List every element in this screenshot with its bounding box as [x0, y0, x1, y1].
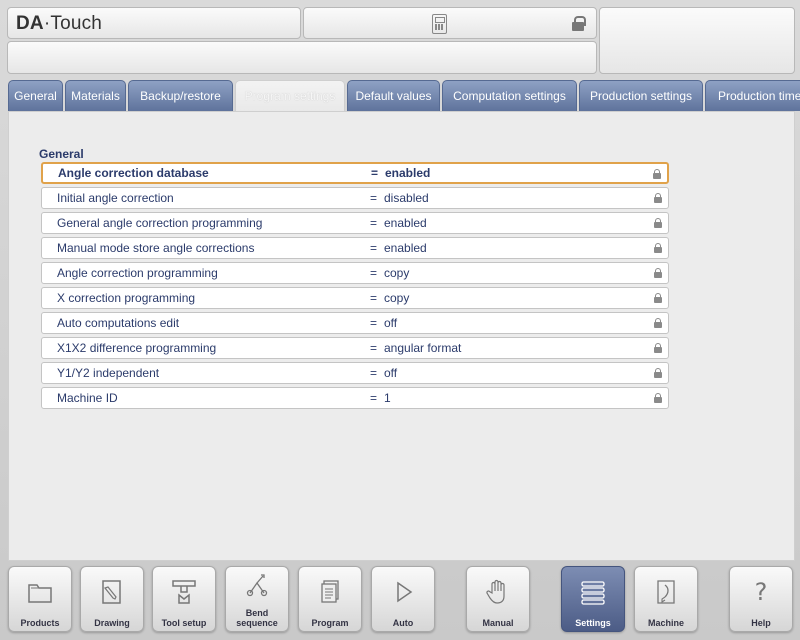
document-stack-icon: [315, 577, 345, 607]
tab-program-settings[interactable]: Program settings: [235, 80, 345, 111]
setting-row-x1x2-difference-programming[interactable]: X1X2 difference programming = angular fo…: [41, 337, 669, 359]
status-bar-center: [303, 7, 597, 39]
setting-row-general-angle-correction-programming[interactable]: General angle correction programming = e…: [41, 212, 669, 234]
logo-area: DA·Touch: [7, 7, 301, 39]
nav-tool-setup-button[interactable]: Tool setup: [152, 566, 216, 632]
nav-manual-button[interactable]: Manual: [466, 566, 530, 632]
nav-label: Drawing: [94, 618, 130, 628]
pencil-icon: [97, 577, 127, 607]
setting-label: Initial angle correction: [57, 191, 174, 205]
nav-label: Auto: [392, 618, 414, 628]
tab-default-values[interactable]: Default values: [347, 80, 440, 111]
program-settings-panel: General Angle correction database = enab…: [8, 111, 795, 561]
nav-label: Settings: [575, 618, 611, 628]
setting-equals: =: [370, 291, 378, 305]
machine-icon: [651, 577, 681, 607]
setting-equals: =: [370, 366, 378, 380]
tab-materials[interactable]: Materials: [65, 80, 126, 111]
press-tool-icon: [169, 577, 199, 607]
setting-equals: =: [371, 166, 379, 180]
nav-bend-sequence-button[interactable]: Bend sequence: [225, 566, 289, 632]
nav-label: Program: [311, 618, 349, 628]
setting-label: Y1/Y2 independent: [57, 366, 160, 380]
setting-label: Angle correction programming: [57, 266, 218, 280]
setting-row-auto-computations-edit[interactable]: Auto computations edit = off: [41, 312, 669, 334]
setting-row-angle-correction-database[interactable]: Angle correction database = enabled: [41, 162, 669, 184]
nav-auto-button[interactable]: Auto: [371, 566, 435, 632]
settings-list: Angle correction database = enabled Init…: [41, 162, 669, 412]
setting-row-initial-angle-correction[interactable]: Initial angle correction = disabled: [41, 187, 669, 209]
setting-label: Auto computations edit: [57, 316, 180, 330]
nav-label: Products: [20, 618, 60, 628]
setting-label: Machine ID: [57, 391, 118, 405]
setting-value[interactable]: 1: [384, 388, 391, 408]
info-panel-right: [599, 7, 795, 74]
setting-equals: =: [370, 216, 378, 230]
message-bar: [7, 41, 597, 74]
section-title: General: [39, 147, 84, 161]
lock-icon: [654, 293, 662, 303]
tab-production-settings[interactable]: Production settings: [579, 80, 703, 111]
lock-icon: [654, 243, 662, 253]
setting-value[interactable]: disabled: [384, 188, 429, 208]
setting-label: Angle correction database: [58, 166, 209, 180]
folder-icon: [25, 577, 55, 607]
setting-value[interactable]: enabled: [384, 238, 427, 258]
setting-label: General angle correction programming: [57, 216, 263, 230]
setting-value[interactable]: angular format: [384, 338, 461, 358]
tab-general[interactable]: General: [8, 80, 63, 111]
nav-label: Bend sequence: [236, 608, 278, 628]
app-logo: DA·Touch: [16, 13, 103, 34]
lock-icon: [654, 268, 662, 278]
lock-icon: [654, 218, 662, 228]
nav-products-button[interactable]: Products: [8, 566, 72, 632]
nav-program-button[interactable]: Program: [298, 566, 362, 632]
tab-computation-settings[interactable]: Computation settings: [442, 80, 577, 111]
nav-drawing-button[interactable]: Drawing: [80, 566, 144, 632]
nav-label: Manual: [482, 618, 514, 628]
setting-value[interactable]: off: [384, 363, 397, 383]
lock-icon: [653, 169, 661, 179]
nav-settings-button[interactable]: Settings: [561, 566, 625, 632]
settings-tabs: General Materials Backup/restore Program…: [8, 80, 800, 111]
nav-label: Tool setup: [161, 618, 207, 628]
tab-backup-restore[interactable]: Backup/restore: [128, 80, 233, 111]
settings-list-icon: [578, 577, 608, 607]
setting-value[interactable]: copy: [384, 288, 409, 308]
setting-value[interactable]: copy: [384, 263, 409, 283]
setting-value[interactable]: enabled: [384, 213, 427, 233]
play-icon: [388, 577, 418, 607]
setting-label: X1X2 difference programming: [57, 341, 217, 355]
setting-label: Manual mode store angle corrections: [57, 241, 255, 255]
bend-sequence-icon: [242, 571, 272, 601]
setting-equals: =: [370, 266, 378, 280]
lock-icon: [654, 318, 662, 328]
setting-label: X correction programming: [57, 291, 196, 305]
tab-production-time[interactable]: Production time: [705, 80, 800, 111]
setting-equals: =: [370, 341, 378, 355]
lock-icon: [654, 368, 662, 378]
lock-icon[interactable]: [572, 16, 586, 31]
nav-label: Machine: [647, 618, 684, 628]
lock-icon: [654, 343, 662, 353]
setting-row-machine-id[interactable]: Machine ID = 1: [41, 387, 669, 409]
setting-row-angle-correction-programming[interactable]: Angle correction programming = copy: [41, 262, 669, 284]
nav-label: Help: [751, 618, 771, 628]
help-icon: ?: [754, 578, 768, 606]
setting-value[interactable]: enabled: [385, 164, 430, 182]
setting-value[interactable]: off: [384, 313, 397, 333]
setting-equals: =: [370, 241, 378, 255]
nav-help-button[interactable]: ? Help: [729, 566, 793, 632]
lock-icon: [654, 393, 662, 403]
setting-equals: =: [370, 191, 378, 205]
calculator-icon[interactable]: [432, 14, 447, 34]
setting-equals: =: [370, 316, 378, 330]
setting-row-y1y2-independent[interactable]: Y1/Y2 independent = off: [41, 362, 669, 384]
nav-machine-button[interactable]: Machine: [634, 566, 698, 632]
lock-icon: [654, 193, 662, 203]
setting-row-x-correction-programming[interactable]: X correction programming = copy: [41, 287, 669, 309]
setting-row-manual-mode-store-angle-corrections[interactable]: Manual mode store angle corrections = en…: [41, 237, 669, 259]
hand-icon: [483, 577, 513, 607]
setting-equals: =: [370, 391, 378, 405]
